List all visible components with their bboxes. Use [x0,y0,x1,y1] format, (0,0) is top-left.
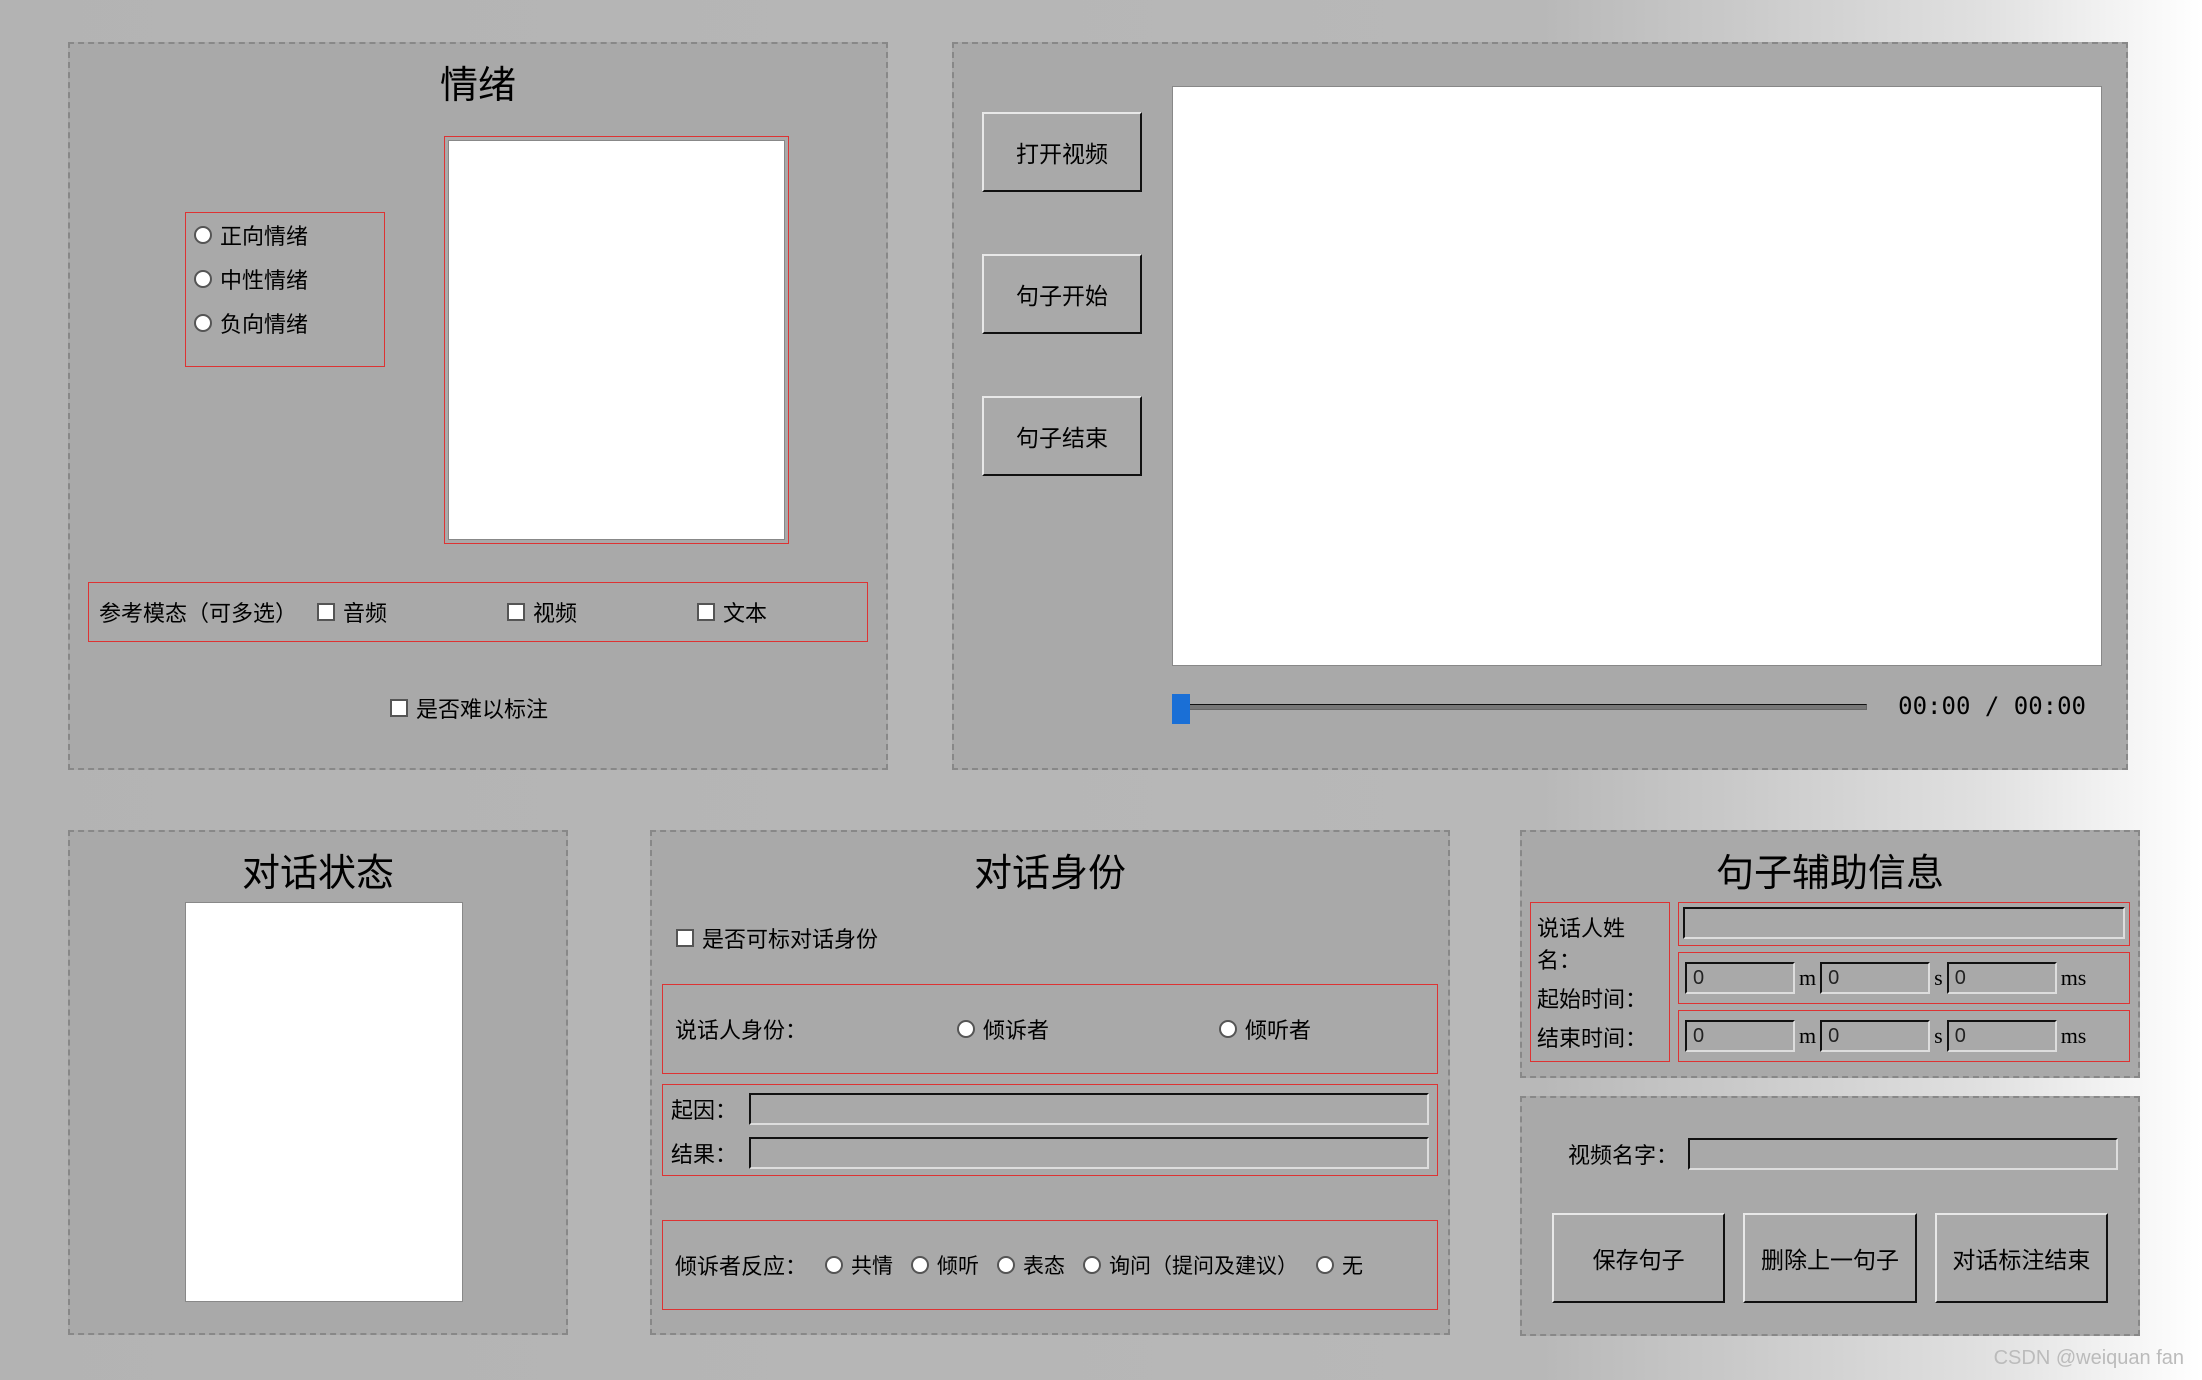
dialog-identity-panel: 对话身份 是否可标对话身份 说话人身份： 倾诉者 倾听者 起因： 结果： 倾诉者… [650,830,1450,1335]
start-s-input[interactable] [1820,962,1930,994]
end-mark-button[interactable]: 对话标注结束 [1935,1213,2108,1303]
checkbox-icon [317,603,335,621]
video-time: 00:00 / 00:00 [1898,692,2086,720]
video-area [1172,86,2102,666]
start-ms-input[interactable] [1947,962,2057,994]
end-ms-input[interactable] [1947,1020,2057,1052]
dialog-state-title: 对话状态 [70,832,566,905]
result-label: 结果： [671,1137,743,1169]
slider-track [1188,704,1867,710]
radio-icon [957,1020,975,1038]
radio-icon [194,270,212,288]
modality-text[interactable]: 文本 [697,596,767,628]
start-m-input[interactable] [1685,962,1795,994]
start-time-label: 起始时间： [1537,982,1663,1014]
end-time-label: 结束时间： [1537,1021,1663,1053]
video-name-label: 视频名字： [1568,1138,1678,1170]
reaction-listen[interactable]: 倾听 [911,1250,979,1280]
reaction-label: 倾诉者反应： [675,1249,807,1281]
radio-icon [194,226,212,244]
radio-icon [1219,1020,1237,1038]
cause-input[interactable] [749,1093,1429,1125]
end-s-input[interactable] [1820,1020,1930,1052]
end-m-input[interactable] [1685,1020,1795,1052]
video-name-input[interactable] [1688,1138,2118,1170]
reaction-none[interactable]: 无 [1316,1250,1363,1280]
reaction-express[interactable]: 表态 [997,1250,1065,1280]
emotion-preview-box [444,136,789,544]
emotion-panel: 情绪 正向情绪 中性情绪 负向情绪 参考模态（可多选） 音频 视频 文本 是否难… [68,42,888,770]
save-panel: 视频名字： 保存句子 删除上一句子 对话标注结束 [1520,1096,2140,1336]
sentence-end-button[interactable]: 句子结束 [982,396,1142,476]
speaker-name-input[interactable] [1683,907,2125,939]
sentence-aux-panel: 句子辅助信息 说话人姓名： 起始时间： 结束时间： m s ms m s ms [1520,830,2140,1078]
radio-label: 中性情绪 [220,263,308,295]
emotion-title: 情绪 [70,44,886,117]
modality-group: 参考模态（可多选） 音频 视频 文本 [88,582,868,642]
markable-identity[interactable]: 是否可标对话身份 [676,922,878,954]
emotion-preview [448,140,785,540]
slider-thumb[interactable] [1172,694,1190,724]
cause-result-group: 起因： 结果： [662,1084,1438,1176]
radio-negative[interactable]: 负向情绪 [186,301,384,345]
reaction-group: 倾诉者反应： 共情 倾听 表态 询问（提问及建议） 无 [662,1220,1438,1310]
radio-label: 倾听者 [1245,1013,1311,1045]
dialog-state-panel: 对话状态 [68,830,568,1335]
video-slider[interactable] [1172,692,1867,720]
chk-label: 音频 [343,596,387,628]
radio-icon [997,1256,1015,1274]
radio-label: 负向情绪 [220,307,308,339]
role-listener[interactable]: 倾听者 [1219,1013,1311,1045]
radio-positive[interactable]: 正向情绪 [186,213,384,257]
speaker-name-label: 说话人姓名： [1537,911,1663,975]
checkbox-icon [697,603,715,621]
radio-icon [1083,1256,1101,1274]
reaction-ask[interactable]: 询问（提问及建议） [1083,1250,1298,1280]
speaker-role-group: 说话人身份： 倾诉者 倾听者 [662,984,1438,1074]
radio-label: 正向情绪 [220,219,308,251]
radio-icon [911,1256,929,1274]
sentence-start-button[interactable]: 句子开始 [982,254,1142,334]
open-video-button[interactable]: 打开视频 [982,112,1142,192]
role-speaker[interactable]: 倾诉者 [957,1013,1049,1045]
chk-label: 是否可标对话身份 [702,922,878,954]
radio-icon [194,314,212,332]
chk-label: 是否难以标注 [416,692,548,724]
chk-label: 视频 [533,596,577,628]
reaction-empathy[interactable]: 共情 [825,1250,893,1280]
checkbox-icon [676,929,694,947]
modality-label: 参考模态（可多选） [99,596,297,628]
radio-neutral[interactable]: 中性情绪 [186,257,384,301]
video-panel: 打开视频 句子开始 句子结束 00:00 / 00:00 [952,42,2128,770]
modality-video[interactable]: 视频 [507,596,577,628]
radio-icon [1316,1256,1334,1274]
emotion-radio-group: 正向情绪 中性情绪 负向情绪 [185,212,385,367]
watermark: CSDN @weiquan fan [1994,1347,2184,1370]
checkbox-icon [507,603,525,621]
radio-label: 倾诉者 [983,1013,1049,1045]
cause-label: 起因： [671,1093,743,1125]
result-input[interactable] [749,1137,1429,1169]
delete-prev-button[interactable]: 删除上一句子 [1743,1213,1916,1303]
save-sentence-button[interactable]: 保存句子 [1552,1213,1725,1303]
modality-audio[interactable]: 音频 [317,596,387,628]
aux-title: 句子辅助信息 [1522,832,2138,905]
dialog-state-list [185,902,463,1302]
dialog-identity-title: 对话身份 [652,832,1448,905]
radio-icon [825,1256,843,1274]
checkbox-icon [390,699,408,717]
aux-labels-col: 说话人姓名： 起始时间： 结束时间： [1530,902,1670,1062]
hard-to-mark[interactable]: 是否难以标注 [390,692,548,724]
speaker-role-label: 说话人身份： [675,1013,807,1045]
chk-label: 文本 [723,596,767,628]
